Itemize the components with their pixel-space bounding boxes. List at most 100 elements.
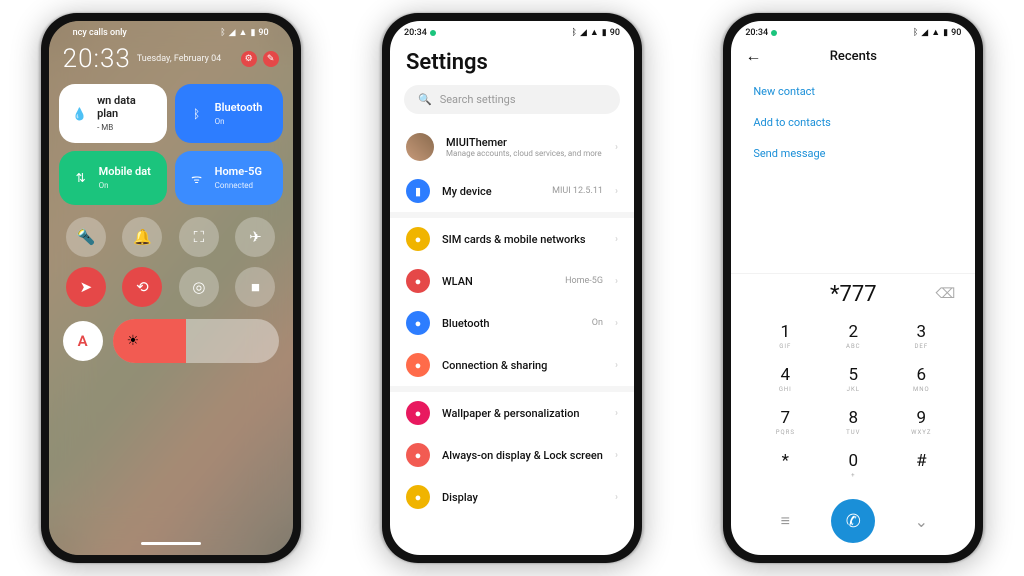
location-icon: ➤ <box>80 278 93 296</box>
menu-button[interactable]: ≡ <box>751 511 819 531</box>
key-digit: 7 <box>751 408 819 428</box>
battery-icon: ▮ <box>943 28 948 38</box>
key-digit: 2 <box>819 322 887 342</box>
key-digit: * <box>751 451 819 471</box>
flashlight-toggle[interactable]: 🔦 <box>66 217 106 257</box>
keypad-toggle[interactable]: ⌄ <box>887 512 955 531</box>
settings-item[interactable]: ● SIM cards & mobile networks › <box>390 218 634 260</box>
keypad-key-4[interactable]: 4GHI <box>751 358 819 401</box>
keypad-key-1[interactable]: 1GIF <box>751 315 819 358</box>
key-digit: 9 <box>887 408 955 428</box>
item-label: Always-on display & Lock screen <box>442 449 603 462</box>
battery-icon: ▮ <box>250 28 255 38</box>
water-drop-icon: 💧 <box>71 104 89 124</box>
signal-icon: ◢ <box>921 28 928 38</box>
settings-item[interactable]: ● WLAN Home-5G › <box>390 260 634 302</box>
settings-item[interactable]: ● Connection & sharing › <box>390 344 634 386</box>
keypad-key-5[interactable]: 5JKL <box>819 358 887 401</box>
keypad-key-0[interactable]: 0+ <box>819 444 887 487</box>
dialer-link[interactable]: Send message <box>753 138 953 169</box>
key-digit: 8 <box>819 408 887 428</box>
settings-item[interactable]: ● Bluetooth On › <box>390 302 634 344</box>
clock: 20:33 <box>63 44 131 74</box>
mobile-data-icon: ⇅ <box>71 168 91 188</box>
edit-icon[interactable]: ✎ <box>263 51 279 67</box>
keypad-key-6[interactable]: 6MNO <box>887 358 955 401</box>
airplane-toggle[interactable]: ✈ <box>235 217 275 257</box>
dialer-link[interactable]: Add to contacts <box>753 107 953 138</box>
tile-label: wn data plan <box>97 94 155 120</box>
key-letters: WXYZ <box>887 429 955 437</box>
dnd-toggle[interactable]: 🔔 <box>122 217 162 257</box>
page-title: Recents <box>745 49 961 64</box>
settings-item-icon: ● <box>406 485 430 509</box>
keypad-key-7[interactable]: 7PQRS <box>751 401 819 444</box>
tile-label: Bluetooth <box>215 101 263 114</box>
key-digit: 4 <box>751 365 819 385</box>
rotation-lock-toggle[interactable]: ⟲ <box>122 267 162 307</box>
key-digit: # <box>887 451 955 471</box>
keypad-key-8[interactable]: 8TUV <box>819 401 887 444</box>
keypad-key-3[interactable]: 3DEF <box>887 315 955 358</box>
settings-item[interactable]: ● Always-on display & Lock screen › <box>390 434 634 476</box>
page-title: Settings <box>390 40 634 85</box>
auto-brightness-toggle[interactable]: A <box>63 321 103 361</box>
sync-toggle[interactable]: ◎ <box>179 267 219 307</box>
key-digit: 3 <box>887 322 955 342</box>
bluetooth-icon: ᛒ <box>187 104 207 124</box>
avatar <box>406 133 434 161</box>
backspace-button[interactable]: ⌫ <box>936 286 956 302</box>
my-device-item[interactable]: ▮ My device MIUI 12.5.11 › <box>390 170 634 212</box>
key-letters: TUV <box>819 429 887 437</box>
date: Tuesday, February 04 <box>137 54 235 64</box>
time: 20:34 <box>745 28 768 38</box>
key-letters: ABC <box>819 343 887 351</box>
chevron-right-icon: › <box>615 142 618 153</box>
phone-control-center: ncy calls only ᛒ◢▲▮90 20:33 Tuesday, Feb… <box>41 13 301 563</box>
wifi-icon: ▲ <box>239 27 248 38</box>
settings-item[interactable]: ● Wallpaper & personalization › <box>390 392 634 434</box>
item-label: Bluetooth <box>442 317 580 330</box>
tile-sub: On <box>215 117 225 126</box>
search-input[interactable]: 🔍 Search settings <box>404 85 620 114</box>
brightness-icon: ☀ <box>127 333 140 349</box>
signal-icon: ◢ <box>580 28 587 38</box>
home-indicator[interactable] <box>141 542 201 545</box>
account-item[interactable]: MIUIThemerManage accounts, cloud service… <box>390 124 634 170</box>
sync-icon: ◎ <box>192 278 205 296</box>
settings-icon[interactable]: ⚙ <box>241 51 257 67</box>
item-label: Display <box>442 491 603 504</box>
settings-item-icon: ● <box>406 227 430 251</box>
tile-mobile-data[interactable]: ⇅ Mobile datOn <box>59 151 167 205</box>
tile-bluetooth[interactable]: ᛒ Bluetooth On <box>175 84 283 143</box>
phone-settings: 20:34 ᛒ◢▲▮90 Settings 🔍 Search settings … <box>382 13 642 563</box>
key-letters: PQRS <box>751 429 819 437</box>
wifi-icon: ▲ <box>931 27 940 38</box>
dialer-link[interactable]: New contact <box>753 76 953 107</box>
tile-data-plan[interactable]: 💧 wn data plan- MB <box>59 84 167 143</box>
screen-record-toggle[interactable]: ■ <box>235 267 275 307</box>
status-bar: 20:34 ᛒ◢▲▮90 <box>731 21 975 40</box>
keypad-key-2[interactable]: 2ABC <box>819 315 887 358</box>
key-letters: DEF <box>887 343 955 351</box>
battery-pct: 90 <box>258 28 268 38</box>
keypad-key-9[interactable]: 9WXYZ <box>887 401 955 444</box>
screenshot-toggle[interactable]: ⛶ <box>179 217 219 257</box>
key-letters: GHI <box>751 386 819 394</box>
tile-label: Home-5G <box>215 165 262 178</box>
brightness-slider[interactable]: ☀ <box>113 319 279 363</box>
call-button[interactable]: ✆ <box>831 499 875 543</box>
settings-item-icon: ● <box>406 311 430 335</box>
item-label: WLAN <box>442 275 553 288</box>
bt-icon: ᛒ <box>913 28 918 38</box>
keypad-key-*[interactable]: * <box>751 444 819 487</box>
location-toggle[interactable]: ➤ <box>66 267 106 307</box>
recording-dot <box>771 30 777 36</box>
settings-item[interactable]: ● Display › <box>390 476 634 518</box>
chevron-right-icon: › <box>615 234 618 245</box>
tile-wifi[interactable]: ᯤ Home-5GConnected <box>175 151 283 205</box>
keypad-key-#[interactable]: # <box>887 444 955 487</box>
chevron-right-icon: › <box>615 360 618 371</box>
tile-label: Mobile dat <box>99 165 151 178</box>
rotation-lock-icon: ⟲ <box>136 278 149 296</box>
